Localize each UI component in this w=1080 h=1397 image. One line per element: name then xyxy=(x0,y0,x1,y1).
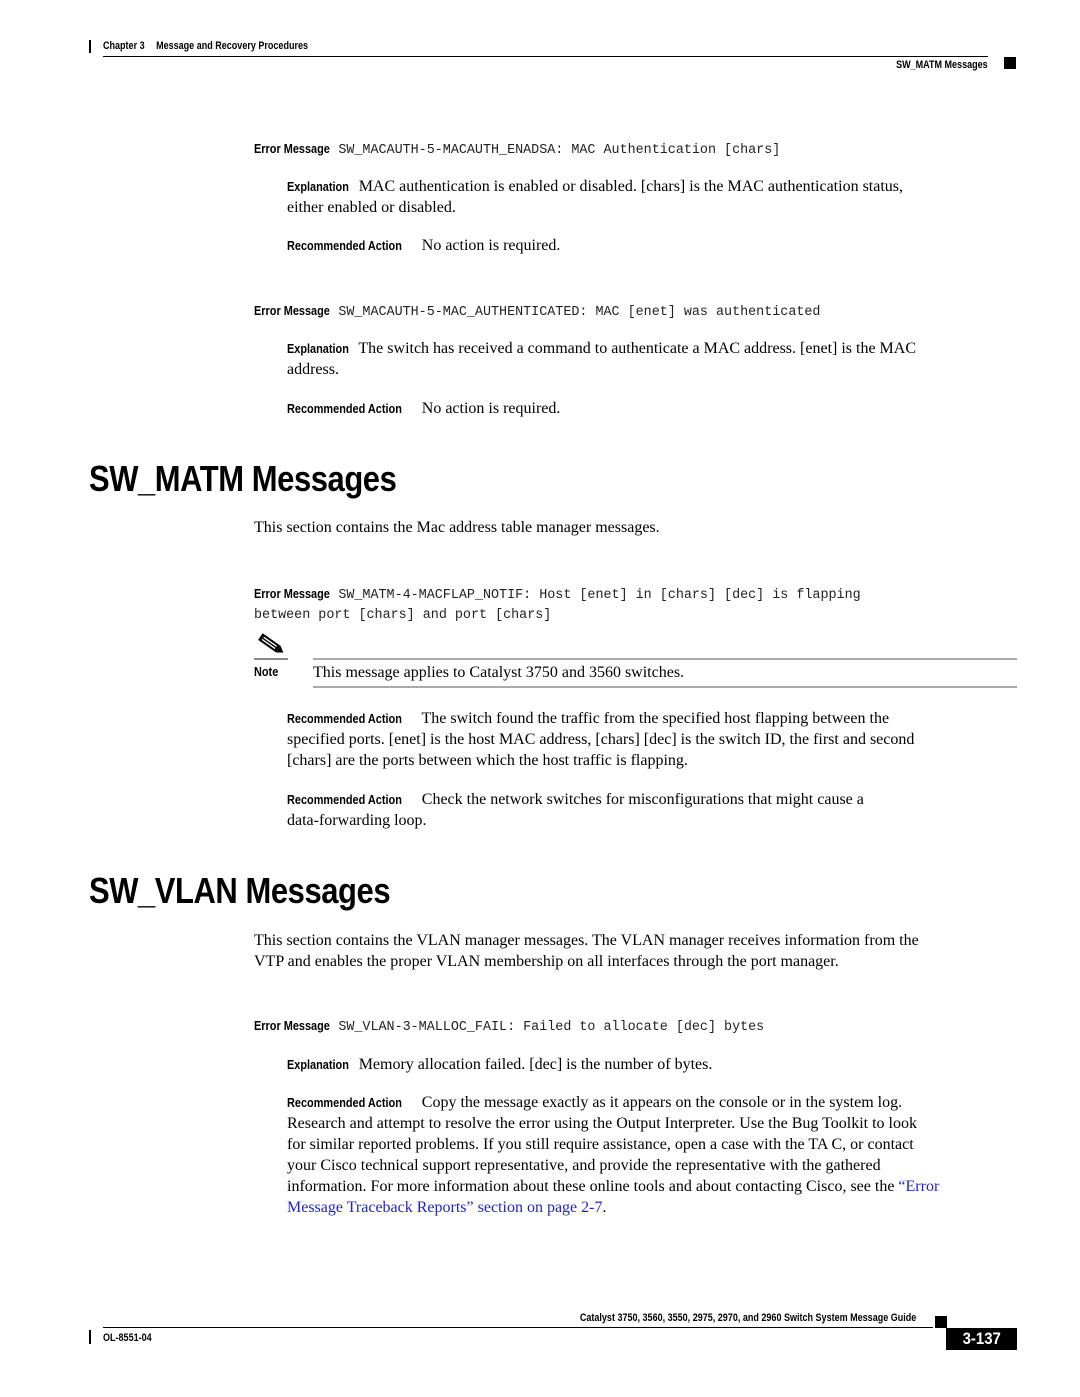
recommended-action-paragraph: Recommended Action Check the network swi… xyxy=(287,789,1017,831)
explanation-paragraph: Explanation Memory allocation failed. [d… xyxy=(287,1054,1017,1075)
error-message-label: Error Message xyxy=(254,141,330,156)
footer-page-number: 3-137 xyxy=(946,1328,1017,1350)
error-message-entry: Error Message SW_VLAN-3-MALLOC_FAIL: Fai… xyxy=(254,1017,764,1035)
traceback-reports-link-continued[interactable]: Message Traceback Reports” section on pa… xyxy=(287,1199,602,1216)
recommended-action-text: No action is required. xyxy=(421,400,561,417)
error-message-code-continued: between port [chars] and port [chars] xyxy=(254,608,552,623)
footer-guide-title: Catalyst 3750, 3560, 3550, 2975, 2970, a… xyxy=(579,1312,916,1324)
recommended-action-text: No action is required. xyxy=(421,237,561,254)
explanation-text: Memory allocation failed. [dec] is the n… xyxy=(358,1056,713,1073)
recommended-action-label: Recommended Action xyxy=(287,792,402,807)
error-message-label: Error Message xyxy=(254,303,330,318)
header-margin-bar xyxy=(89,40,91,53)
error-message-code: SW_VLAN-3-MALLOC_FAIL: Failed to allocat… xyxy=(338,1020,765,1035)
recommended-action-label: Recommended Action xyxy=(287,711,402,726)
recommended-action-paragraph: Recommended Action No action is required… xyxy=(287,398,1017,419)
recommended-action-paragraph: Recommended Action The switch found the … xyxy=(287,708,1017,771)
explanation-text: MAC authentication is enabled or disable… xyxy=(358,178,904,195)
explanation-paragraph: Explanation The switch has received a co… xyxy=(287,338,1017,380)
note-label: Note xyxy=(254,664,279,679)
recommended-action-text: [chars] are the ports between which the … xyxy=(287,752,688,769)
recommended-action-text: information. For more information about … xyxy=(287,1178,899,1195)
running-header-chapter: Chapter 3 Message and Recovery Procedures xyxy=(103,40,308,52)
explanation-text: either enabled or disabled. xyxy=(287,199,456,216)
error-message-code: SW_MACAUTH-5-MAC_AUTHENTICATED: MAC [ene… xyxy=(338,305,821,320)
recommended-action-label: Recommended Action xyxy=(287,401,402,416)
explanation-text: address. xyxy=(287,361,339,378)
note-rule-top xyxy=(313,658,1017,660)
error-message-entry: Error Message SW_MACAUTH-5-MAC_AUTHENTIC… xyxy=(254,302,820,320)
error-message-code: SW_MATM-4-MACFLAP_NOTIF: Host [enet] in … xyxy=(338,588,861,603)
section-intro-line: VTP and enables the proper VLAN membersh… xyxy=(254,953,839,970)
running-header-section: SW_MATM Messages xyxy=(896,59,988,71)
section-intro: This section contains the VLAN manager m… xyxy=(254,930,919,972)
note-rule-bottom xyxy=(313,686,1017,688)
error-message-entry: Error Message SW_MACAUTH-5-MACAUTH_ENADS… xyxy=(254,140,780,158)
recommended-action-paragraph: Recommended Action Copy the message exac… xyxy=(287,1092,1017,1218)
recommended-action-text: your Cisco technical support representat… xyxy=(287,1157,881,1174)
footer-rule xyxy=(103,1327,933,1328)
recommended-action-text: Copy the message exactly as it appears o… xyxy=(421,1094,903,1111)
traceback-reports-link[interactable]: “Error xyxy=(898,1178,939,1195)
error-message-code: SW_MACAUTH-5-MACAUTH_ENADSA: MAC Authent… xyxy=(338,143,781,158)
footer-doc-number: OL-8551-04 xyxy=(103,1332,152,1344)
sentence-end: . xyxy=(602,1199,607,1216)
explanation-paragraph: Explanation MAC authentication is enable… xyxy=(287,176,1017,218)
footer-margin-bar xyxy=(89,1330,91,1344)
pencil-note-icon xyxy=(258,633,284,653)
footer-square-marker xyxy=(935,1316,947,1328)
recommended-action-label: Recommended Action xyxy=(287,1095,402,1110)
recommended-action-paragraph: Recommended Action No action is required… xyxy=(287,235,1017,256)
section-intro: This section contains the Mac address ta… xyxy=(254,519,660,536)
recommended-action-text: Check the network switches for misconfig… xyxy=(421,791,864,808)
explanation-text: The switch has received a command to aut… xyxy=(358,340,917,357)
recommended-action-text: specified ports. [enet] is the host MAC … xyxy=(287,731,915,748)
recommended-action-text: data-forwarding loop. xyxy=(287,812,427,829)
error-message-label: Error Message xyxy=(254,1018,330,1033)
explanation-label: Explanation xyxy=(287,1057,349,1072)
explanation-label: Explanation xyxy=(287,179,349,194)
note-text: This message applies to Catalyst 3750 an… xyxy=(313,664,685,681)
recommended-action-text: The switch found the traffic from the sp… xyxy=(421,710,890,727)
section-heading-sw-matm: SW_MATM Messages xyxy=(89,458,397,499)
note-icon-rule xyxy=(254,658,288,660)
recommended-action-text: Research and attempt to resolve the erro… xyxy=(287,1115,917,1132)
page-number-text: 3-137 xyxy=(962,1329,1001,1348)
recommended-action-text: for similar reported problems. If you st… xyxy=(287,1136,914,1153)
chapter-label: Chapter 3 xyxy=(103,40,145,52)
header-square-marker xyxy=(1004,57,1016,69)
error-message-entry: Error Message SW_MATM-4-MACFLAP_NOTIF: H… xyxy=(254,584,861,626)
section-heading-sw-vlan: SW_VLAN Messages xyxy=(89,870,391,911)
chapter-title: Message and Recovery Procedures xyxy=(156,40,309,52)
section-intro-line: This section contains the VLAN manager m… xyxy=(254,932,919,949)
error-message-label: Error Message xyxy=(254,586,330,601)
header-rule xyxy=(103,56,988,57)
recommended-action-label: Recommended Action xyxy=(287,238,402,253)
explanation-label: Explanation xyxy=(287,341,349,356)
